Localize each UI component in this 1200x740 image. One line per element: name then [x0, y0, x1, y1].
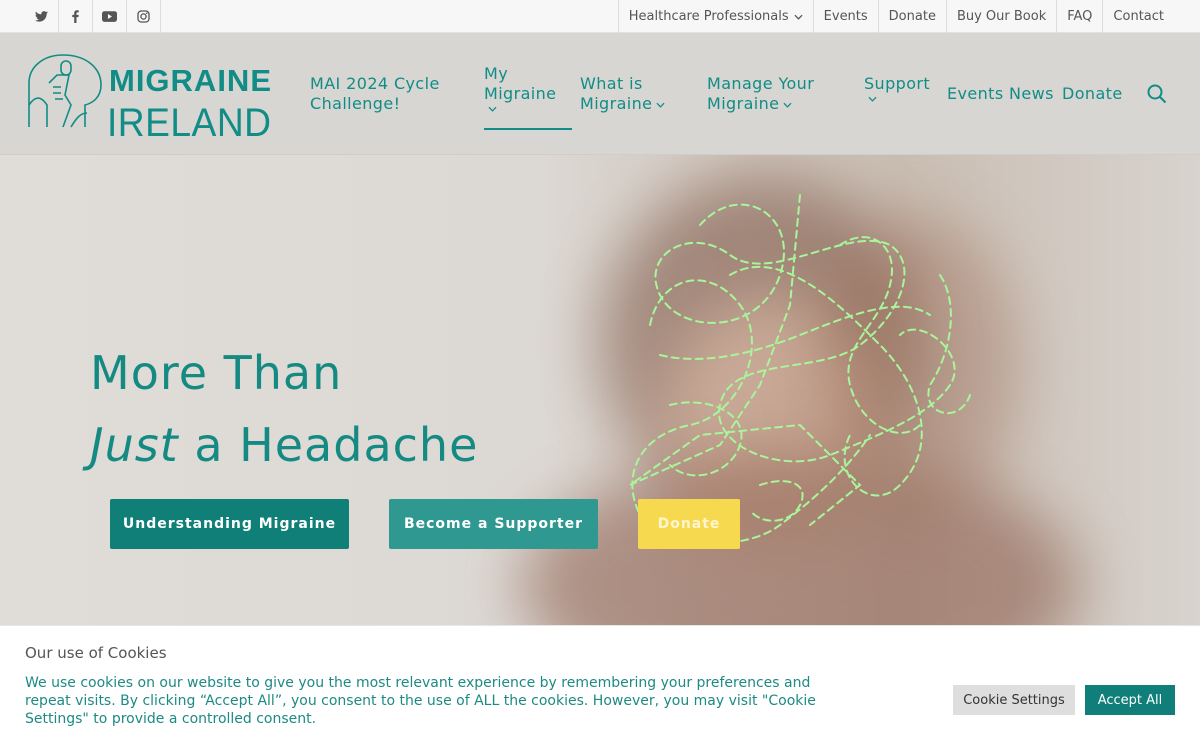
cookie-settings-button[interactable]: Cookie Settings — [953, 685, 1075, 715]
nav-my-label-2: Migraine — [484, 84, 557, 103]
nav-cycle-challenge[interactable]: MAI 2024 Cycle Challenge! — [310, 74, 440, 114]
nav-what-is-migraine[interactable]: What is Migraine — [580, 74, 665, 114]
site-header: MIGRAINE IRELAND MAI 2024 Cycle Challeng… — [0, 33, 1200, 155]
instagram-icon[interactable] — [127, 0, 161, 33]
chevron-down-icon — [868, 96, 877, 102]
hero-heading-rest: a Headache — [178, 418, 479, 472]
search-icon[interactable] — [1147, 84, 1167, 104]
nav-donate[interactable]: Donate — [1062, 84, 1123, 104]
cookie-text: We use cookies on our website to give yo… — [25, 675, 816, 727]
become-supporter-button[interactable]: Become a Supporter — [389, 499, 598, 549]
nav-what-label-1: What is — [580, 74, 643, 93]
accept-all-button[interactable]: Accept All — [1085, 685, 1175, 715]
social-links — [25, 0, 161, 33]
nav-support[interactable]: Support — [864, 74, 930, 102]
chevron-down-icon — [794, 14, 803, 20]
facebook-icon[interactable] — [59, 0, 93, 33]
cookie-title: Our use of Cookies — [25, 644, 167, 662]
youtube-icon[interactable] — [93, 0, 127, 33]
hero-heading-line-1: More Than — [90, 346, 343, 400]
active-nav-underline — [484, 128, 572, 130]
cookie-banner: Our use of Cookies We use cookies on our… — [0, 625, 1200, 740]
nav-cycle-label-2: Challenge! — [310, 94, 401, 113]
faq-link[interactable]: FAQ — [1056, 0, 1102, 33]
nav-my-migraine[interactable]: My Migraine — [484, 64, 556, 112]
nav-cycle-label-1: MAI 2024 Cycle — [310, 74, 440, 93]
nav-news[interactable]: News — [1009, 84, 1054, 104]
nav-events[interactable]: Events — [947, 84, 1004, 104]
chevron-down-icon — [783, 102, 792, 108]
nav-what-label-2: Migraine — [580, 94, 653, 113]
nav-manage-migraine[interactable]: Manage Your Migraine — [707, 74, 814, 114]
donate-link[interactable]: Donate — [877, 0, 946, 33]
nav-my-label-1: My — [484, 64, 509, 83]
hero-heading: More Than Just a Headache — [90, 337, 478, 481]
main-nav: MAI 2024 Cycle Challenge! My Migraine Wh… — [0, 33, 1200, 155]
nav-support-label: Support — [864, 74, 931, 93]
nav-manage-label-1: Manage Your — [707, 74, 815, 93]
buy-book-link[interactable]: Buy Our Book — [945, 0, 1056, 33]
utility-nav: Healthcare Professionals Events Donate B… — [617, 0, 1174, 33]
nav-manage-label-2: Migraine — [707, 94, 780, 113]
contact-link[interactable]: Contact — [1102, 0, 1174, 33]
events-link[interactable]: Events — [812, 0, 878, 33]
twitter-icon[interactable] — [25, 0, 59, 33]
understanding-migraine-button[interactable]: Understanding Migraine — [110, 499, 349, 549]
utility-bar: Healthcare Professionals Events Donate B… — [0, 0, 1200, 33]
healthcare-professionals-link[interactable]: Healthcare Professionals — [617, 0, 813, 33]
hero-banner: More Than Just a Headache Understanding … — [0, 155, 1200, 625]
hero-donate-button[interactable]: Donate — [638, 499, 740, 549]
hero-heading-line-2: Just a Headache — [90, 409, 478, 481]
hero-heading-emphasis: Just — [90, 418, 179, 472]
chevron-down-icon — [656, 102, 665, 108]
chevron-down-icon — [488, 106, 497, 112]
healthcare-professionals-label: Healthcare Professionals — [628, 9, 789, 24]
